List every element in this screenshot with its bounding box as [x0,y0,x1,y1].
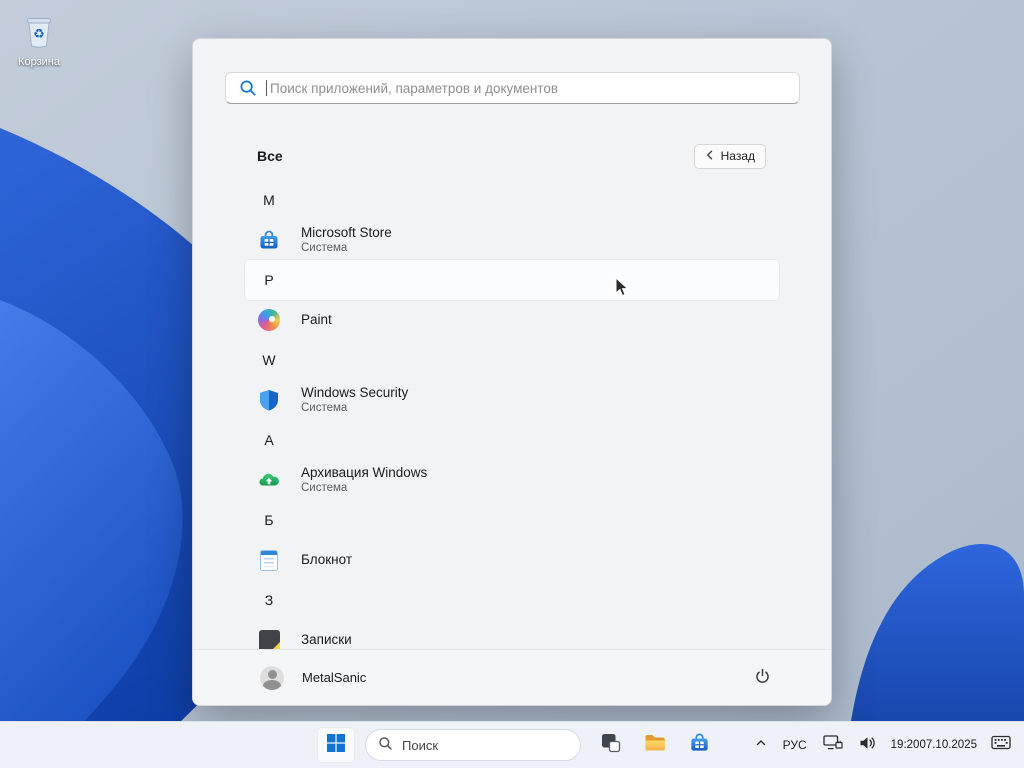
task-view-button[interactable] [591,727,631,763]
clock[interactable]: 19:20 07.10.2025 [888,730,980,760]
start-search-input[interactable] [270,80,799,96]
search-icon [239,79,257,97]
start-menu-user-bar: MetalSanic [193,649,831,705]
app-title: Блокнот [301,552,353,567]
network-ethernet-icon [823,735,843,755]
volume-button[interactable] [854,730,882,760]
start-button[interactable] [317,727,355,763]
all-apps-title: Все [257,148,283,164]
file-explorer-icon [643,731,667,760]
taskbar-center: Поиск [317,727,719,763]
section-letter-b[interactable]: Б [245,500,779,540]
app-subtitle: Система [301,242,348,254]
task-view-icon [599,731,623,760]
touch-keyboard-button[interactable] [986,730,1016,760]
speaker-icon [859,736,877,755]
chevron-up-icon [755,736,767,754]
app-title: Записки [301,632,352,647]
windows-logo-icon [327,733,345,757]
app-item-windows-security[interactable]: Windows Security Система [245,380,779,420]
hidden-icons-button[interactable] [750,730,772,760]
section-letter-w[interactable]: W [245,340,779,380]
tray-date: 07.10.2025 [919,739,977,751]
app-subtitle: Система [301,482,348,494]
notepad-icon [257,548,281,572]
user-account-button[interactable]: MetalSanic [260,665,367,690]
section-letter-p[interactable]: P [245,260,779,300]
svg-text:♻: ♻ [33,27,45,42]
section-letter-label: M [263,192,275,208]
power-button[interactable] [750,664,775,692]
taskbar-search-label: Поиск [402,737,439,753]
section-letter-label: P [264,272,274,288]
microsoft-store-button[interactable] [679,727,719,763]
all-apps-list: M Microsoft Store Система P Paint W Wind… [245,180,779,660]
paint-icon [257,308,281,332]
app-title: Microsoft Store [301,225,392,240]
user-name: MetalSanic [302,670,367,685]
app-item-paint[interactable]: Paint [245,300,779,340]
microsoft-store-icon [688,731,711,759]
app-item-microsoft-store[interactable]: Microsoft Store Система [245,220,779,260]
back-button-label: Назад [720,149,755,163]
network-button[interactable] [818,730,848,760]
app-title: Архивация Windows [301,465,428,480]
windows-security-icon [257,388,281,412]
recycle-bin[interactable]: ♻ Корзина [8,10,70,68]
windows-backup-icon [257,468,281,492]
file-explorer-button[interactable] [635,727,675,763]
apps-list-header: Все Назад [257,142,766,170]
system-tray: РУС 19:20 07.10.2025 [750,722,1016,768]
microsoft-store-icon [257,228,281,252]
taskbar-search-box[interactable]: Поиск [365,729,581,761]
section-letter-m[interactable]: M [245,180,779,220]
user-avatar [260,665,284,690]
text-caret [266,80,267,96]
power-icon [754,668,771,688]
app-title: Paint [301,312,332,327]
app-subtitle: Система [301,402,348,414]
touch-keyboard-icon [991,735,1011,755]
back-button[interactable]: Назад [693,143,766,169]
app-item-notepad[interactable]: Блокнот [245,540,779,580]
section-letter-z[interactable]: З [245,580,779,620]
chevron-left-icon [705,149,715,163]
recycle-bin-icon: ♻ [19,18,59,54]
section-letter-label: А [264,432,274,448]
language-indicator[interactable]: РУС [778,730,812,760]
search-icon [378,736,393,754]
start-search-box[interactable] [225,72,800,104]
recycle-bin-label: Корзина [18,56,60,68]
section-letter-a[interactable]: А [245,420,779,460]
desktop: ♻ Корзина Все Н [0,0,1024,768]
app-item-windows-backup[interactable]: Архивация Windows Система [245,460,779,500]
start-menu-panel: Все Назад M [192,38,832,706]
taskbar: Поиск РУС 19:20 07.10.2025 [0,721,1024,768]
app-title: Windows Security [301,385,409,400]
section-letter-label: З [264,592,274,608]
section-letter-label: W [262,352,276,368]
section-letter-label: Б [264,512,274,528]
tray-time: 19:20 [890,739,920,751]
